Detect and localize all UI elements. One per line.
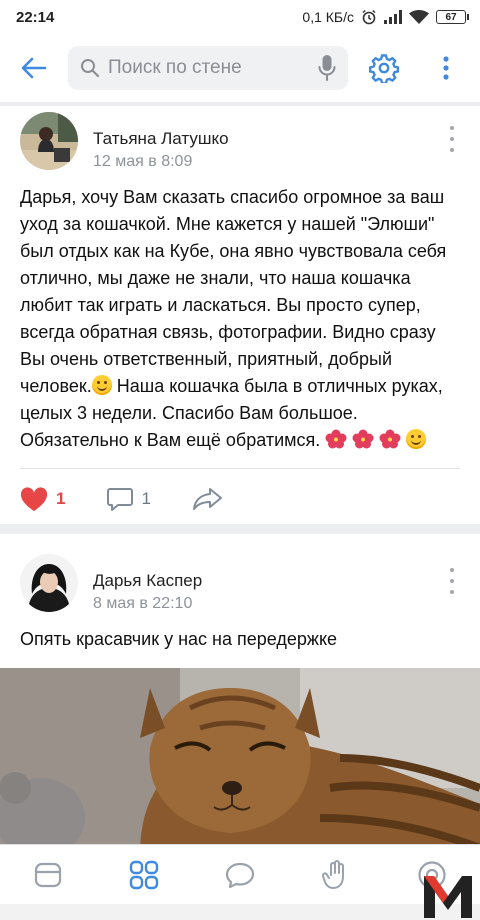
search-icon [81,59,100,78]
battery-indicator: 67 [436,10,469,24]
heart-icon [20,486,48,511]
comment-count: 1 [141,489,151,508]
post-text: Дарья, хочу Вам сказать спасибо огромное… [20,184,464,454]
search-input[interactable]: Поиск по стене [68,46,348,90]
hibiscus-emoji [352,429,374,449]
nav-friends[interactable] [306,847,366,903]
share-button[interactable] [192,487,223,511]
smile-emoji [91,375,112,395]
post-menu-dot [450,126,454,130]
post-text-part: Дарья, хочу Вам сказать спасибо огромное… [20,187,447,396]
post-header: Дарья Каспер 8 мая в 22:10 [20,554,480,624]
wifi-icon [409,9,429,24]
post-divider [20,468,460,469]
avatar-photo [20,112,78,170]
wall-post: Татьяна Латушко 12 мая в 8:09 Дарья, хоч… [0,106,480,524]
alarm-icon [362,9,376,25]
post-actions: 1 1 [20,482,265,516]
post-header: Татьяна Латушко 12 мая в 8:09 [20,112,480,182]
post-menu-dot [450,579,454,583]
post-menu-dot [450,568,454,572]
avatar[interactable] [20,554,78,612]
avatar-photo [20,554,78,612]
settings-gear-icon [369,54,399,83]
like-count: 1 [56,489,66,508]
nav-messages[interactable] [210,847,270,903]
avatar[interactable] [20,112,78,170]
post-menu-dot [450,148,454,152]
share-icon [192,488,222,510]
m-logo-watermark [424,876,472,918]
post-photo[interactable] [0,668,480,854]
back-arrow-icon [21,57,47,79]
back-button[interactable] [0,34,68,102]
bottom-navigation [0,844,480,904]
status-indicators: 0,1 КБ/с 67 [302,9,469,25]
post-author[interactable]: Татьяна Латушко [93,129,229,149]
signal-icon [384,10,402,24]
cat-photo [0,668,480,854]
more-vertical-icon [443,56,449,80]
post-menu-button[interactable] [442,124,462,154]
post-menu-button[interactable] [442,566,462,596]
post-text: Опять красавчик у нас на передержке [20,629,338,649]
settings-button[interactable] [352,34,416,102]
system-nav-bar [0,904,480,920]
search-placeholder: Поиск по стене [108,57,242,78]
post-menu-dot [450,137,454,141]
friends-hand-icon [322,859,344,889]
news-icon [34,862,62,887]
services-grid-icon [129,860,159,889]
like-button[interactable]: 1 [20,486,66,512]
smile-emoji [406,429,427,449]
hibiscus-emoji [325,429,347,449]
post-date: 8 мая в 22:10 [93,595,193,612]
hibiscus-emoji [379,429,401,449]
status-time: 22:14 [16,8,55,26]
messages-icon [225,862,255,888]
top-toolbar: Поиск по стене [0,34,480,102]
comment-button[interactable]: 1 [107,487,151,511]
post-date: 12 мая в 8:09 [93,153,193,170]
comment-icon [107,488,134,511]
wall-post: Дарья Каспер 8 мая в 22:10 Опять красавч… [0,534,480,854]
microphone-icon[interactable] [318,54,336,82]
nav-news[interactable] [18,847,78,903]
network-speed: 0,1 КБ/с [302,9,354,25]
more-options-button[interactable] [416,34,476,102]
post-author[interactable]: Дарья Каспер [93,571,202,591]
post-menu-dot [450,590,454,594]
status-bar: 22:14 0,1 КБ/с 67 [0,0,480,34]
nav-services[interactable] [114,847,174,903]
